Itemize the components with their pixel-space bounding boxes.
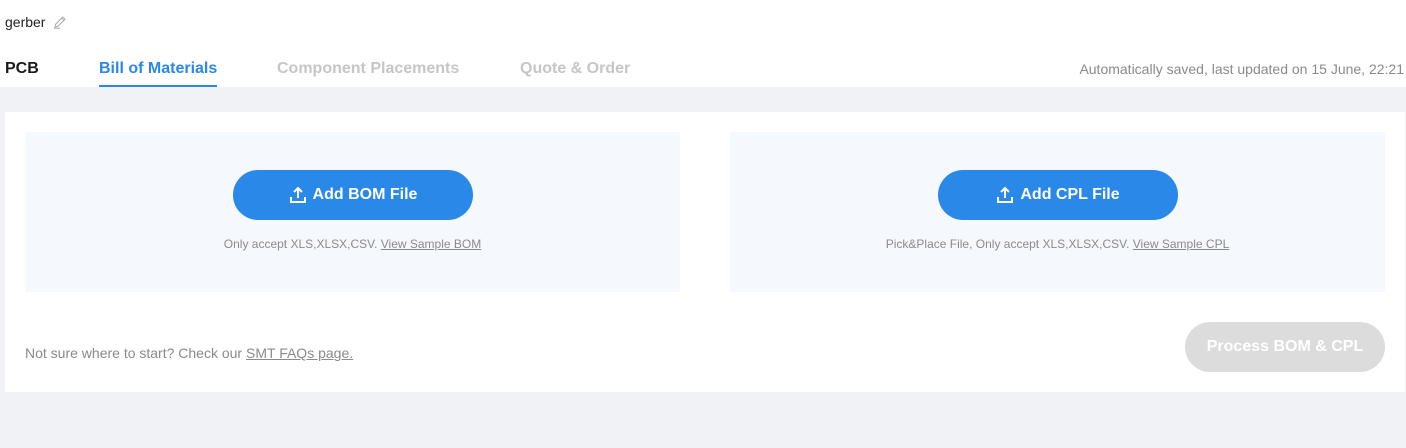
upload-icon	[996, 186, 1014, 204]
view-sample-bom-link[interactable]: View Sample BOM	[381, 237, 481, 251]
cpl-hint: Pick&Place File, Only accept XLS,XLSX,CS…	[730, 237, 1385, 251]
process-bom-cpl-button[interactable]: Process BOM & CPL	[1185, 322, 1385, 372]
smt-faqs-link[interactable]: SMT FAQs page.	[246, 345, 353, 361]
help-prefix: Not sure where to start? Check our	[25, 345, 246, 361]
upload-icon	[289, 186, 307, 204]
header: gerber PCB Bill of Materials Component P…	[0, 0, 1406, 87]
pencil-icon[interactable]	[53, 15, 67, 29]
tab-component-placements[interactable]: Component Placements	[277, 60, 459, 87]
add-bom-file-button[interactable]: Add BOM File	[233, 170, 473, 220]
add-bom-file-label: Add BOM File	[312, 186, 418, 203]
bom-upload-area[interactable]: Add BOM File Only accept XLS,XLSX,CSV. V…	[25, 132, 680, 292]
cpl-hint-text: Pick&Place File, Only accept XLS,XLSX,CS…	[885, 237, 1130, 251]
add-cpl-file-button[interactable]: Add CPL File	[938, 170, 1178, 220]
project-name: gerber	[5, 14, 46, 30]
project-title: gerber	[5, 14, 67, 30]
add-cpl-file-label: Add CPL File	[1020, 186, 1120, 203]
tab-pcb[interactable]: PCB	[5, 60, 39, 87]
bom-hint-text: Only accept XLS,XLSX,CSV.	[223, 237, 378, 251]
tab-bill-of-materials[interactable]: Bill of Materials	[99, 60, 218, 87]
tab-quote-order[interactable]: Quote & Order	[520, 60, 630, 87]
upload-card: Add BOM File Only accept XLS,XLSX,CSV. V…	[5, 112, 1405, 392]
save-status: Automatically saved, last updated on 15 …	[1079, 61, 1404, 77]
help-text: Not sure where to start? Check our SMT F…	[25, 345, 353, 361]
cpl-upload-area[interactable]: Add CPL File Pick&Place File, Only accep…	[730, 132, 1385, 292]
bom-hint: Only accept XLS,XLSX,CSV. View Sample BO…	[25, 237, 680, 251]
view-sample-cpl-link[interactable]: View Sample CPL	[1133, 237, 1230, 251]
